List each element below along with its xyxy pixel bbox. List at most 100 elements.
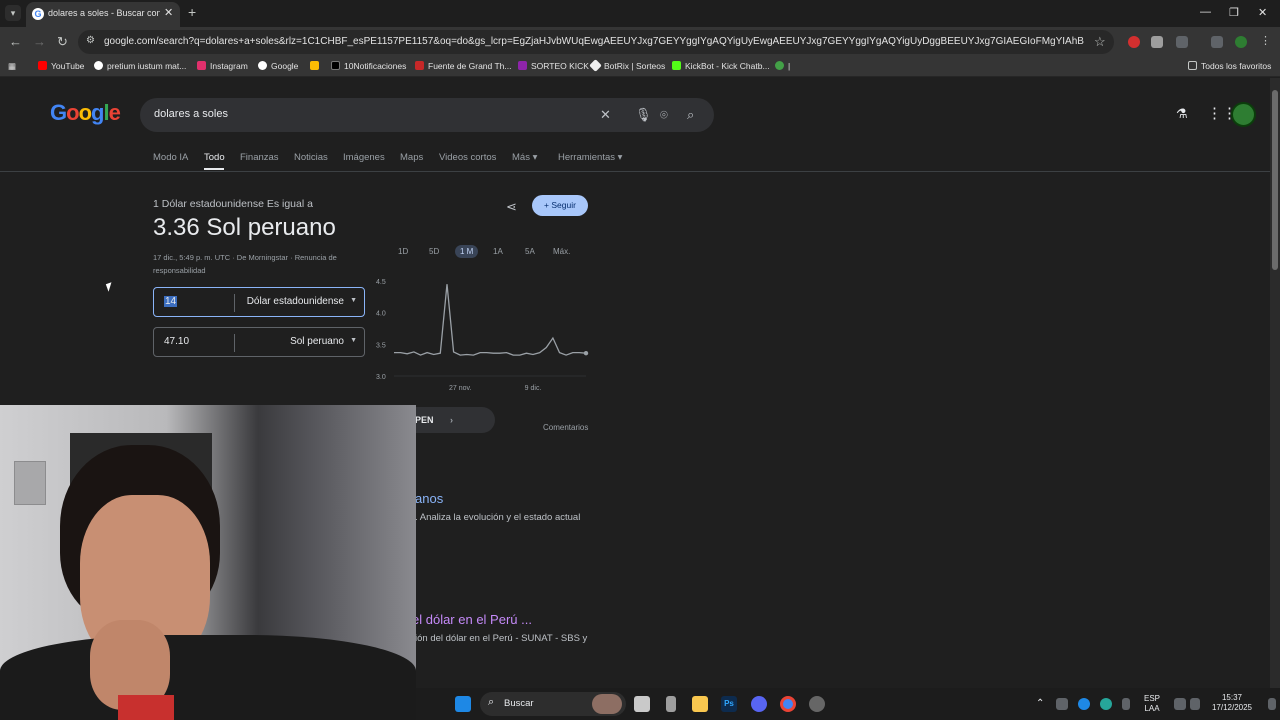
extension-icon[interactable] — [1128, 36, 1140, 48]
close-window-icon[interactable]: ✕ — [1258, 6, 1267, 19]
bookmark-botrix[interactable]: BotRix | Sorteos — [589, 59, 665, 72]
range-5d[interactable]: 5D — [429, 247, 439, 256]
page-scrollbar[interactable] — [1270, 78, 1280, 688]
menu-kebab-icon[interactable]: ⋮ — [1260, 34, 1272, 47]
y-tick-label: 3.0 — [376, 374, 386, 381]
bookmark-10notificaciones[interactable]: 10Notificaciones — [331, 61, 406, 71]
range-1m[interactable]: 1 M — [455, 245, 479, 258]
media-icon[interactable] — [1211, 36, 1223, 48]
tab-todo[interactable]: Todo — [204, 152, 225, 163]
discord-icon[interactable] — [751, 696, 767, 712]
all-bookmarks[interactable]: Todos los favoritos — [1188, 61, 1271, 71]
rate-end-point — [583, 351, 589, 356]
tab-close-icon[interactable]: ✕ — [164, 6, 173, 19]
range-max[interactable]: Máx. — [553, 247, 570, 256]
browser-tab[interactable]: G dolares a soles - Buscar con Google ✕ — [26, 2, 180, 27]
tab-search-icon[interactable]: ▾ — [5, 5, 21, 21]
app-icon[interactable] — [809, 696, 825, 712]
follow-button[interactable]: + Seguir — [532, 195, 588, 216]
bookmark-kickbot[interactable]: KickBot - Kick Chatb... — [672, 61, 770, 71]
windows-start-icon[interactable] — [455, 696, 471, 712]
apps-grid-icon[interactable]: ▦ — [8, 61, 16, 72]
labs-flask-icon[interactable]: ⚗ — [1176, 106, 1188, 122]
file-explorer-icon[interactable] — [692, 696, 708, 712]
restore-icon[interactable]: ❐ — [1229, 6, 1239, 19]
bookmark-pinwheel[interactable] — [310, 61, 323, 71]
scroll-thumb[interactable] — [1272, 90, 1278, 270]
bookmark-youtube[interactable]: YouTube — [38, 61, 84, 71]
x-tick-label: 27 nov. — [449, 385, 471, 392]
to-amount-field[interactable]: 47.10 Sol peruano ▼ — [153, 327, 365, 357]
chevron-up-icon[interactable]: ⌃ — [1036, 699, 1044, 709]
new-tab-icon[interactable]: + — [188, 4, 196, 20]
reload-icon[interactable]: ↻ — [57, 34, 68, 50]
extension-icon[interactable] — [1151, 36, 1163, 48]
volume-icon[interactable] — [1190, 698, 1200, 710]
bookmark-10[interactable]: | — [775, 61, 790, 71]
exchange-rate-chart[interactable]: 4.5 4.0 3.5 3.0 27 nov. 9 dic. — [372, 273, 592, 393]
chrome-icon[interactable] — [780, 696, 796, 712]
search-icon[interactable]: ⌕ — [687, 107, 694, 123]
onedrive-icon[interactable] — [1078, 698, 1090, 710]
address-bar[interactable]: ⚙ google.com/search?q=dolares+a+soles&rl… — [78, 30, 1114, 54]
from-amount-field[interactable]: 14 Dólar estadounidense ▼ — [153, 287, 365, 317]
extensions-puzzle-icon[interactable] — [1176, 36, 1188, 48]
range-1a[interactable]: 1A — [493, 247, 503, 256]
google-logo[interactable]: Google — [50, 100, 121, 126]
clock[interactable]: 15:37 17/12/2025 — [1208, 693, 1256, 713]
tab-noticias[interactable]: Noticias — [294, 152, 328, 163]
notifications-icon[interactable] — [1268, 698, 1276, 710]
app-icon[interactable] — [666, 696, 676, 712]
tab-herramientas[interactable]: Herramientas ▾ — [558, 152, 622, 163]
tab-strip: ▾ G dolares a soles - Buscar con Google … — [0, 0, 1280, 27]
chevron-down-icon[interactable]: ▼ — [350, 297, 357, 304]
kick-icon — [518, 61, 527, 70]
bookmark-instagram[interactable]: Instagram — [197, 61, 248, 71]
avatar[interactable] — [1231, 102, 1256, 127]
search-box[interactable]: dolares a soles ✕ 🎙 ⌾ ⌕ — [140, 98, 714, 132]
bookmark-star-icon[interactable]: ☆ — [1094, 34, 1106, 50]
pen-label: PEN › — [415, 415, 453, 425]
back-icon[interactable]: ← — [9, 34, 22, 49]
task-view-icon[interactable] — [634, 696, 650, 712]
mic-icon[interactable] — [1122, 698, 1130, 710]
result-title[interactable]: anos — [415, 491, 443, 506]
to-currency-select[interactable]: Sol peruano — [290, 336, 344, 347]
bookmark-pretium[interactable]: pretium iustum mat... — [94, 61, 186, 71]
tab-mas[interactable]: Más ▾ — [512, 152, 537, 163]
language-indicator[interactable]: ESP LAA — [1144, 694, 1160, 714]
from-amount-input[interactable]: 14 — [164, 296, 178, 307]
result-title[interactable]: el dólar en el Perú ... — [412, 612, 532, 627]
tab-videos-cortos[interactable]: Videos cortos — [439, 152, 496, 163]
clear-icon[interactable]: ✕ — [600, 107, 611, 123]
forward-icon[interactable]: → — [33, 34, 46, 49]
bookmark-sorteo-kick[interactable]: SORTEO KICK — [518, 61, 589, 71]
tab-maps[interactable]: Maps — [400, 152, 423, 163]
share-icon[interactable]: ⋖ — [506, 199, 517, 215]
profile-icon[interactable] — [1235, 36, 1247, 48]
range-1d[interactable]: 1D — [398, 247, 408, 256]
chevron-down-icon[interactable]: ▼ — [350, 337, 357, 344]
photoshop-icon[interactable]: Ps — [721, 696, 737, 712]
minimize-icon[interactable]: — — [1200, 6, 1211, 18]
tab-finanzas[interactable]: Finanzas — [240, 152, 279, 163]
divider — [0, 171, 1270, 172]
lens-icon[interactable]: ⌾ — [660, 107, 668, 123]
site-info-icon[interactable]: ⚙ — [86, 35, 95, 46]
comments-link[interactable]: Comentarios — [543, 423, 588, 432]
person-shirt — [0, 635, 416, 720]
tab-modo-ia[interactable]: Modo IA — [153, 152, 188, 163]
network-icon[interactable] — [1174, 698, 1186, 710]
from-currency-select[interactable]: Dólar estadounidense — [247, 296, 344, 307]
search-input[interactable]: dolares a soles — [154, 108, 228, 120]
bookmark-google[interactable]: Google — [258, 61, 298, 71]
microphone-icon[interactable]: 🎙 — [635, 107, 652, 123]
tray-icon[interactable] — [1056, 698, 1068, 710]
bookmark-fuente[interactable]: Fuente de Grand Th... — [415, 61, 511, 71]
tray-icon[interactable] — [1100, 698, 1112, 710]
search-highlight-icon[interactable] — [592, 694, 622, 714]
browser-toolbar: ← → ↻ ⚙ google.com/search?q=dolares+a+so… — [0, 27, 1280, 57]
range-5a[interactable]: 5A — [525, 247, 535, 256]
to-amount-input[interactable]: 47.10 — [164, 336, 189, 347]
tab-imagenes[interactable]: Imágenes — [343, 152, 385, 163]
